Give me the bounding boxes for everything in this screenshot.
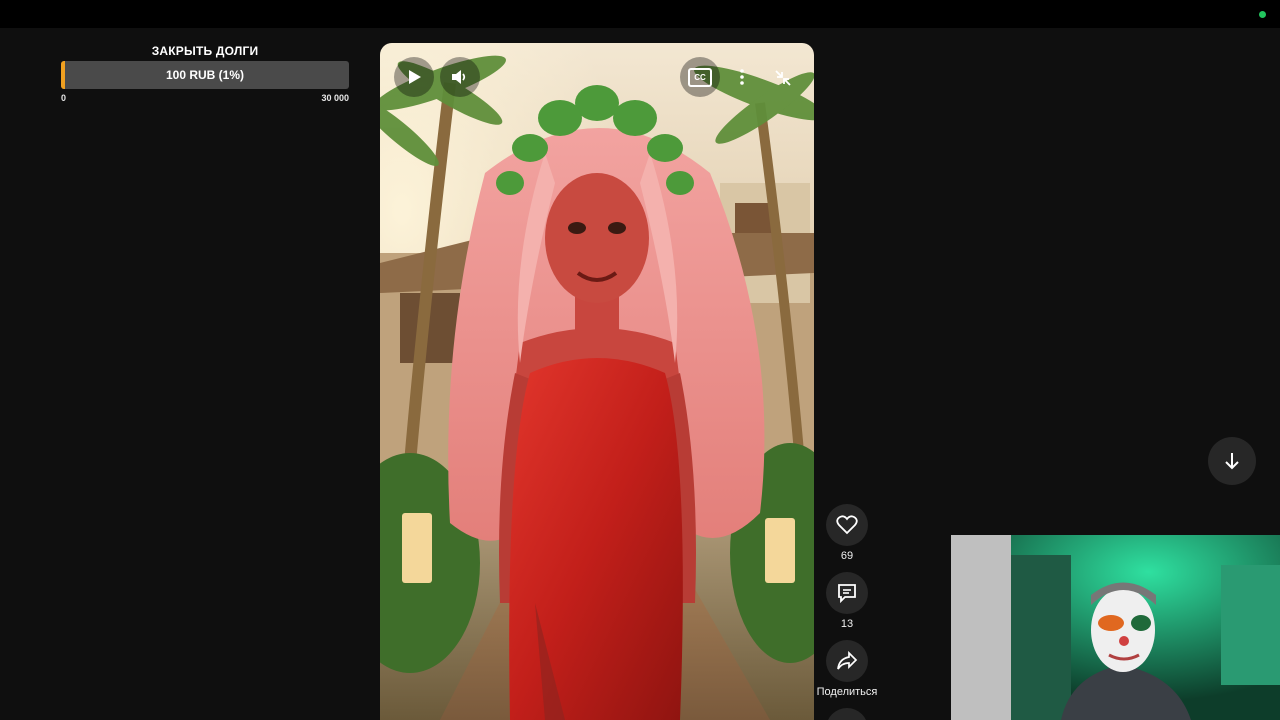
share-arrow-icon	[837, 651, 858, 670]
volume-icon	[452, 70, 466, 84]
remix-button[interactable]	[826, 708, 868, 720]
goal-range: 0 30 000	[61, 93, 349, 103]
share-button[interactable]	[826, 640, 868, 682]
play-icon	[409, 70, 421, 84]
exit-fullscreen-icon	[775, 70, 791, 86]
comments-button[interactable]	[826, 572, 868, 614]
goal-progress-bar: 100 RUB (1%)	[61, 61, 349, 89]
volume-button[interactable]	[440, 57, 480, 97]
more-vertical-icon	[740, 69, 744, 85]
arrow-down-icon	[1225, 453, 1239, 470]
live-indicator-dot	[1259, 11, 1266, 18]
comment-count: 13	[840, 618, 854, 630]
shorts-video-player[interactable]: CC	[380, 43, 814, 720]
streamer-webcam	[951, 535, 1280, 720]
next-video-button[interactable]	[1208, 437, 1256, 485]
share-label: Поделиться	[816, 686, 878, 698]
play-button[interactable]	[394, 57, 434, 97]
heart-icon	[836, 515, 858, 535]
goal-progress-label: 100 RUB (1%)	[165, 68, 245, 82]
like-button[interactable]	[826, 504, 868, 546]
more-button[interactable]	[732, 67, 752, 87]
goal-max: 30 000	[321, 93, 349, 103]
comment-icon	[838, 584, 856, 604]
like-count: 69	[840, 550, 854, 562]
top-bar	[0, 0, 1280, 28]
captions-button[interactable]: CC	[680, 57, 720, 97]
exit-fullscreen-button[interactable]	[772, 67, 794, 89]
donation-goal-widget: ЗАКРЫТЬ ДОЛГИ 100 RUB (1%) 0 30 000	[61, 44, 349, 103]
webcam-image	[951, 535, 1280, 720]
goal-min: 0	[61, 93, 67, 103]
video-frame-image	[380, 43, 814, 720]
stage: ЗАКРЫТЬ ДОЛГИ 100 RUB (1%) 0 30 000 CC 6…	[0, 0, 1280, 720]
closed-captions-icon: CC	[688, 67, 712, 87]
goal-title: ЗАКРЫТЬ ДОЛГИ	[151, 44, 259, 58]
